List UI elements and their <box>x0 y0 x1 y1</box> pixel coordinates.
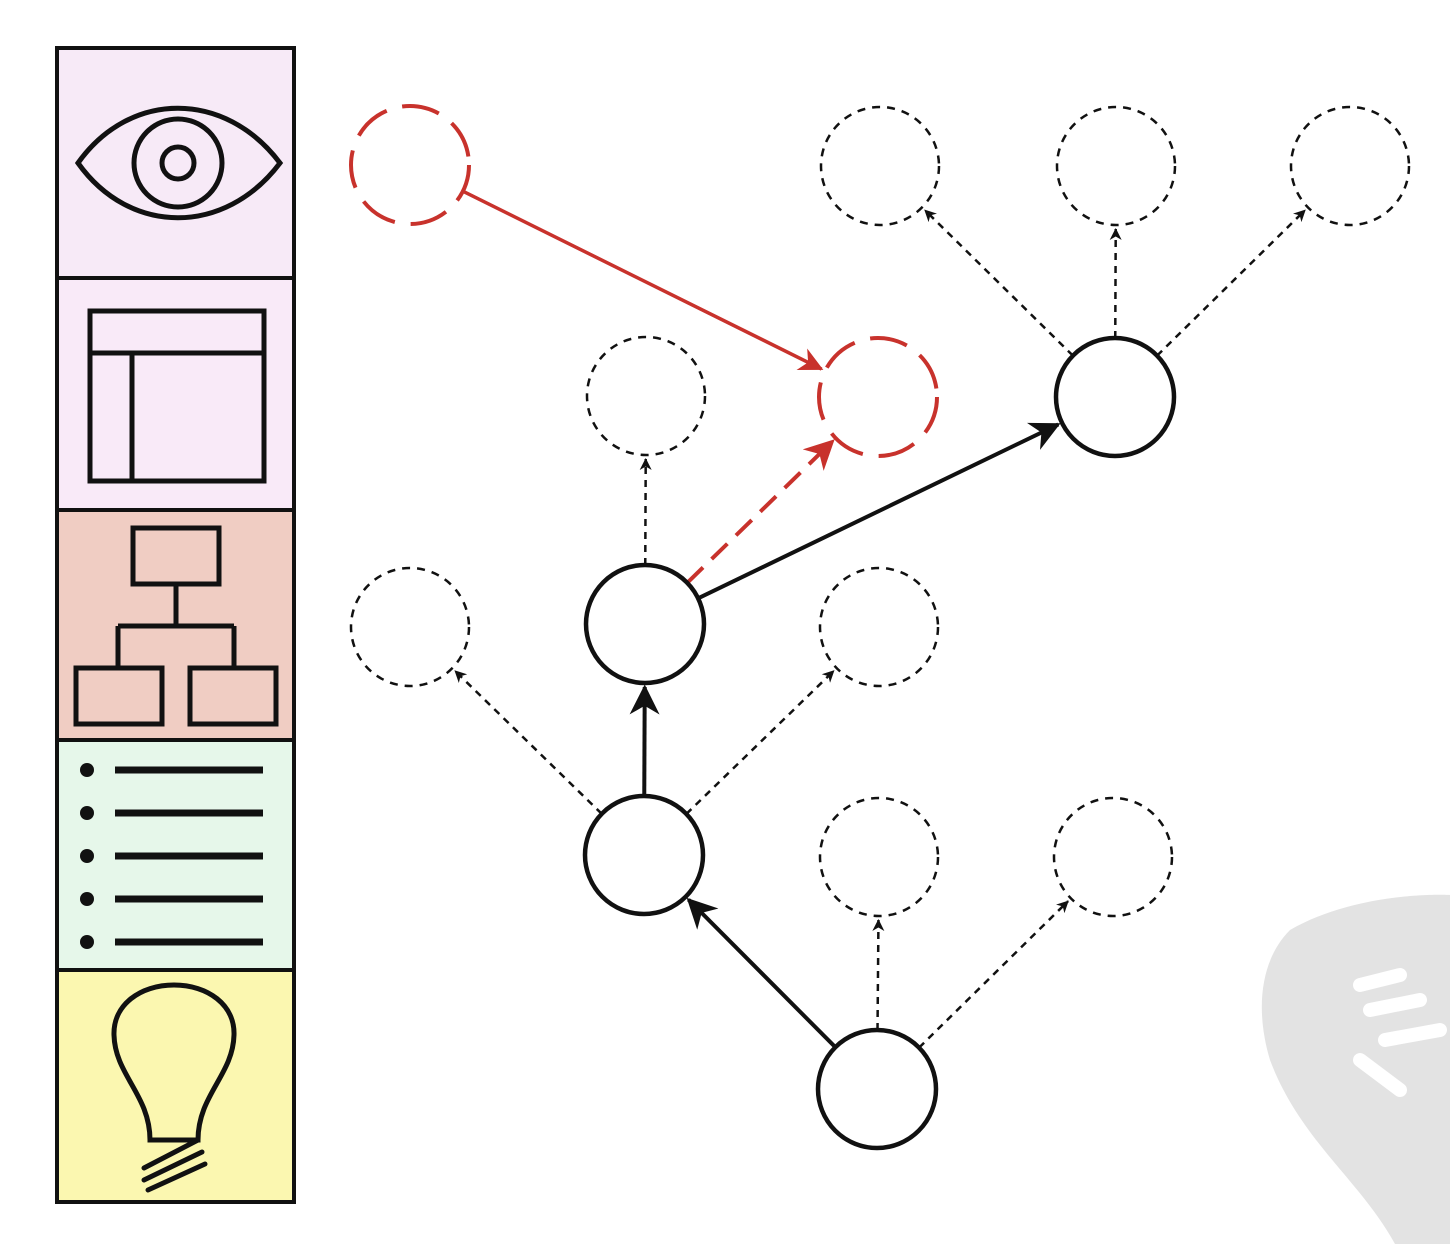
sidebar-panel-3 <box>55 508 296 742</box>
sidebar <box>55 46 296 1204</box>
edge-n-mid-to-c-mid-left <box>454 670 603 815</box>
search-tree-diagram <box>55 46 1450 1244</box>
sidebar-panel-1 <box>55 46 296 280</box>
edge-n-upper-to-h-target <box>685 439 835 585</box>
edge-h-source-to-h-target <box>462 189 824 371</box>
node-c-mid-left <box>349 566 471 688</box>
node-n-upper <box>583 562 707 686</box>
sidebar-panel-5 <box>55 968 296 1204</box>
node-c-top-left <box>819 105 941 227</box>
edge-n-mid-to-c-mid-right <box>685 669 835 815</box>
node-h-source <box>349 104 471 226</box>
node-c-root-mid <box>818 796 940 918</box>
node-c-upper-top <box>585 335 707 457</box>
node-c-top-center <box>1055 105 1177 227</box>
node-n-root <box>815 1027 939 1151</box>
edge-n-top-to-c-top-left <box>924 209 1074 357</box>
watermark-logo <box>1261 894 1450 1244</box>
node-n-mid <box>582 793 706 917</box>
edge-n-top-to-c-top-right <box>1156 209 1306 357</box>
sidebar-panel-2 <box>55 276 296 512</box>
node-n-top <box>1053 335 1177 459</box>
diagram-canvas <box>0 0 1450 1244</box>
sidebar-panel-4 <box>55 738 296 972</box>
edge-n-root-to-c-root-mid <box>872 918 885 1031</box>
node-h-target <box>817 336 939 458</box>
node-c-top-right <box>1289 105 1411 227</box>
tree-edges <box>454 189 1306 1049</box>
node-c-root-right <box>1052 796 1174 918</box>
edge-n-upper-to-n-top <box>697 422 1061 601</box>
edge-n-root-to-c-root-right <box>918 900 1069 1049</box>
edge-n-root-to-n-mid <box>686 897 837 1049</box>
node-c-mid-right <box>818 566 940 688</box>
